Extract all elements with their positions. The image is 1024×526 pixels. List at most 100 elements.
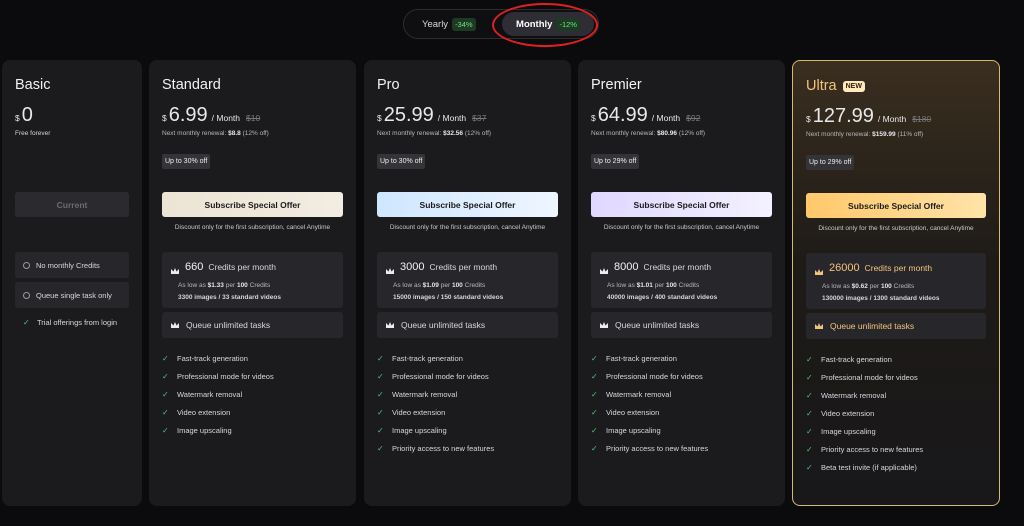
basic-item-label: Queue single task only — [36, 290, 112, 300]
check-icon: ✓ — [377, 407, 384, 417]
credits-rate: As low as $1.09 per 100 Credits — [393, 282, 485, 289]
queue-label: Queue unlimited tasks — [401, 320, 486, 330]
renewal-prefix: Next monthly renewal: — [591, 130, 656, 137]
queue-box: Queue unlimited tasks — [806, 313, 986, 339]
renewal-suffix: (11% off) — [897, 131, 924, 138]
crown-icon — [599, 263, 609, 274]
credits-box: 8000 Credits per month As low as $1.01 per… — [591, 252, 772, 308]
yearly-option[interactable]: Yearly -34% — [418, 12, 480, 36]
price-value: 127.99 — [812, 105, 874, 127]
check-icon: ✓ — [806, 426, 813, 436]
plan-name-row: Pro — [377, 77, 400, 93]
crown-icon — [385, 321, 395, 330]
feature-item: ✓ Watermark removal — [377, 385, 558, 403]
feature-item: ✓ Video extension — [806, 404, 986, 422]
feature-item: ✓ Priority access to new features — [806, 440, 986, 458]
feature-list: ✓ Fast-track generation ✓ Professional mode… — [377, 349, 558, 457]
new-badge: NEW — [842, 80, 865, 92]
check-icon: ✓ — [591, 353, 598, 363]
credits-row: 8000 Credits per month — [599, 261, 711, 274]
renewal-price: $159.99 — [872, 131, 896, 138]
rate-count: 100 — [451, 282, 463, 289]
subscribe-button[interactable]: Subscribe Special Offer — [591, 192, 772, 217]
billing-toggle: Yearly -34% Monthly -12% — [403, 9, 599, 39]
basic-trial-feature: ✓ Trial offerings from login — [23, 318, 117, 327]
yearly-discount-badge: -34% — [452, 17, 476, 31]
rate-unit: Credits — [678, 282, 700, 289]
plan-name-row: Standard — [162, 77, 221, 93]
price-period: / Month — [211, 113, 241, 123]
plan-subtitle: Free forever — [15, 130, 51, 137]
images-videos-count: 3300 images / 33 standard videos — [178, 294, 281, 301]
feature-label: Watermark removal — [177, 389, 243, 399]
feature-label: Video extension — [606, 407, 660, 417]
credits-amount: 660 — [185, 261, 204, 273]
feature-item: ✓ Professional mode for videos — [377, 367, 558, 385]
feature-label: Professional mode for videos — [821, 372, 918, 382]
feature-label: Watermark removal — [392, 389, 458, 399]
original-price: $92 — [686, 113, 701, 123]
check-icon: ✓ — [377, 389, 384, 399]
current-plan-button: Current — [15, 192, 129, 217]
discount-badge: Up to 30% off — [162, 154, 211, 169]
feature-item: ✓ Watermark removal — [591, 385, 772, 403]
feature-list: ✓ Fast-track generation ✓ Professional mode… — [162, 349, 343, 439]
feature-label: Image upscaling — [392, 425, 447, 435]
price-value: 0 — [21, 104, 33, 126]
circle-icon — [23, 291, 30, 299]
plan-name-row: Premier — [591, 77, 642, 93]
yearly-label: Yearly — [422, 18, 449, 30]
feature-item: ✓ Professional mode for videos — [162, 367, 343, 385]
images-videos-count: 40000 images / 400 standard videos — [607, 294, 718, 301]
check-icon: ✓ — [806, 372, 813, 382]
plan-price: $127.99/ Month $180 — [806, 106, 931, 126]
renewal-price: $80.96 — [657, 130, 678, 137]
credits-amount: 26000 — [829, 262, 860, 274]
discount-badge: Up to 29% off — [806, 155, 855, 170]
price-value: 25.99 — [383, 104, 434, 126]
rate-prefix: As low as — [178, 282, 206, 289]
renewal-suffix: (12% off) — [678, 130, 706, 137]
monthly-option[interactable]: Monthly -12% — [502, 12, 594, 36]
plan-name: Pro — [377, 77, 400, 93]
feature-item: ✓ Professional mode for videos — [591, 367, 772, 385]
feature-item: ✓ Video extension — [377, 403, 558, 421]
plan-name: Premier — [591, 77, 642, 93]
feature-label: Video extension — [392, 407, 446, 417]
renewal-suffix: (12% off) — [464, 130, 492, 137]
rate-unit: Credits — [893, 283, 915, 290]
basic-item-label: No monthly Credits — [36, 260, 100, 270]
feature-item: ✓ Image upscaling — [162, 421, 343, 439]
plan-name: Basic — [15, 77, 51, 93]
check-icon: ✓ — [377, 425, 384, 435]
rate-prefix: As low as — [393, 282, 421, 289]
rate-prefix: As low as — [607, 282, 635, 289]
queue-label: Queue unlimited tasks — [830, 321, 915, 331]
currency-symbol: $ — [377, 113, 382, 123]
check-icon: ✓ — [806, 462, 813, 472]
credits-rate: As low as $0.62 per 100 Credits — [822, 283, 914, 290]
credits-rate: As low as $1.33 per 100 Credits — [178, 282, 270, 289]
feature-label: Professional mode for videos — [392, 371, 489, 381]
check-icon: ✓ — [377, 371, 384, 381]
feature-item: ✓ Video extension — [591, 403, 772, 421]
subscribe-button[interactable]: Subscribe Special Offer — [162, 192, 343, 217]
check-icon: ✓ — [377, 443, 384, 453]
renewal-price: $32.56 — [443, 130, 464, 137]
plan-card-premier: Premier $64.99/ Month $92 Next monthly rene… — [578, 60, 785, 506]
subscribe-button[interactable]: Subscribe Special Offer — [377, 192, 558, 217]
feature-label: Professional mode for videos — [177, 371, 274, 381]
subscribe-button[interactable]: Subscribe Special Offer — [806, 193, 986, 218]
plan-price: $25.99/ Month $37 — [377, 105, 486, 125]
basic-item-credits: No monthly Credits — [15, 252, 129, 278]
discount-note: Discount only for the first subscription… — [818, 225, 974, 232]
rate-count: 100 — [880, 283, 892, 290]
feature-label: Fast-track generation — [177, 353, 248, 363]
discount-note: Discount only for the first subscription… — [389, 224, 546, 231]
credits-label: Credits per month — [429, 262, 498, 272]
plan-name-row: Ultra NEW — [806, 78, 865, 94]
price-period: / Month — [437, 113, 467, 123]
discount-note: Discount only for the first subscription… — [603, 224, 760, 231]
basic-item-queue: Queue single task only — [15, 282, 129, 308]
renewal-note: Next monthly renewal: $8.8 (12% off) — [162, 130, 269, 137]
